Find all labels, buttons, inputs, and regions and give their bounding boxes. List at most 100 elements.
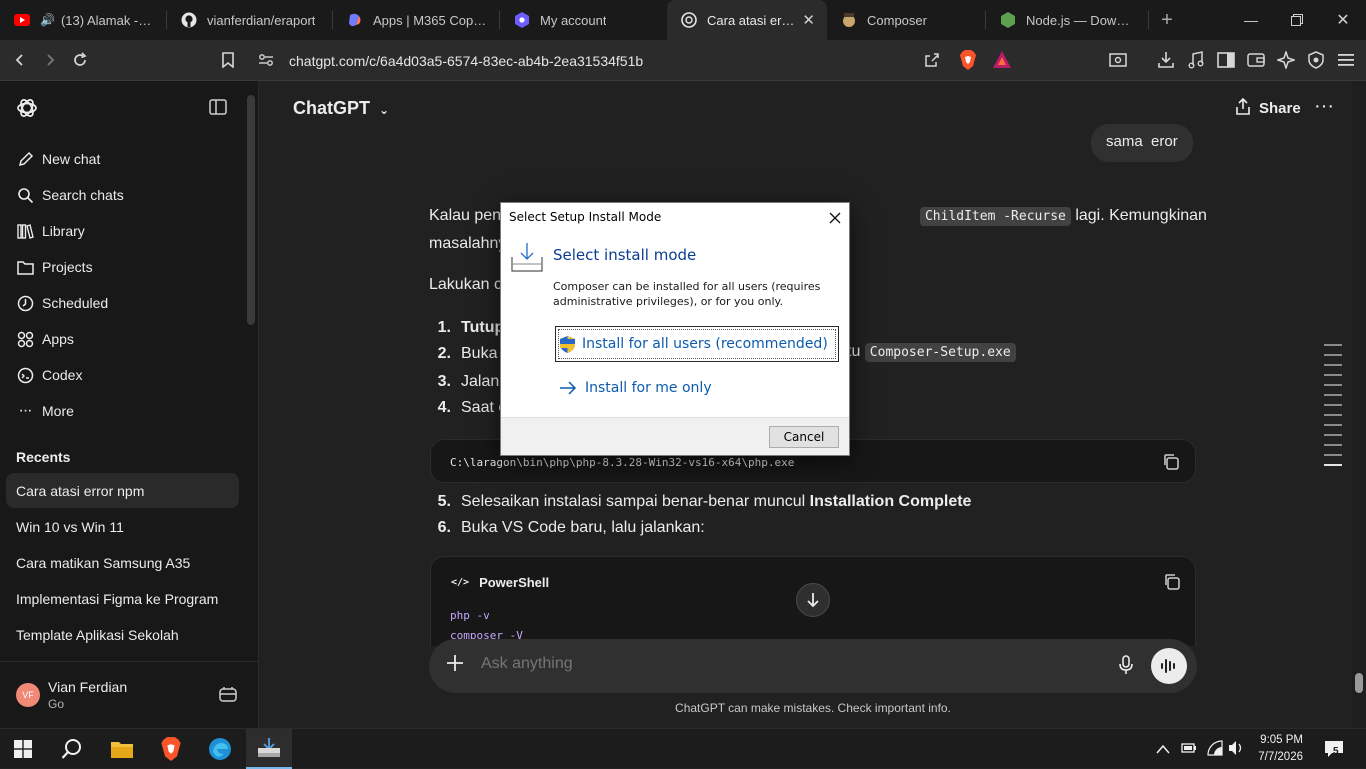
menu-icon[interactable]	[1334, 48, 1358, 72]
sidebar-item-new-chat[interactable]: New chat	[16, 147, 100, 171]
list-number: 3.	[437, 373, 451, 390]
taskbar-search-icon[interactable]	[49, 729, 95, 769]
minimize-button[interactable]: —	[1228, 0, 1274, 40]
media-icon[interactable]	[1184, 48, 1208, 72]
sidebar-item-library[interactable]: Library	[16, 219, 85, 243]
copy-icon[interactable]	[1163, 573, 1181, 596]
attach-plus-icon[interactable]	[446, 654, 464, 677]
start-button[interactable]	[0, 729, 46, 769]
reader-mode-icon[interactable]	[1106, 48, 1130, 72]
arrow-down-icon	[807, 593, 819, 608]
avatar[interactable]: VF	[16, 683, 40, 707]
share-button[interactable]: Share	[1235, 97, 1301, 119]
close-sidebar-icon[interactable]	[209, 99, 227, 120]
brave-browser-icon[interactable]	[148, 729, 194, 769]
downloads-icon[interactable]	[1154, 48, 1178, 72]
arrow-right-icon	[559, 381, 577, 395]
code-line: C:\laragon\bin\php\php-8.3.28-Win32-vs16…	[450, 456, 795, 469]
tab-title: Composer	[867, 12, 927, 28]
share-page-icon[interactable]	[924, 52, 940, 73]
brave-shields-icon[interactable]	[959, 50, 977, 75]
forward-icon[interactable]	[38, 48, 62, 72]
sidebar-toggle-icon[interactable]	[1214, 48, 1238, 72]
voice-mode-button[interactable]	[1151, 648, 1187, 684]
show-hidden-icons-icon[interactable]	[1156, 741, 1170, 759]
tab-nodejs[interactable]: Node.js — Download	[986, 0, 1148, 40]
site-settings-icon[interactable]	[258, 53, 274, 72]
scroll-to-bottom-button[interactable]	[796, 583, 830, 617]
tab-my-account[interactable]: My account	[500, 0, 665, 40]
disclaimer-text: ChatGPT can make mistakes. Check importa…	[675, 701, 951, 715]
conversation-minimap[interactable]	[1324, 344, 1342, 474]
recent-chat-item[interactable]: Cara atasi error npm	[16, 483, 144, 499]
microphone-icon[interactable]	[1119, 655, 1133, 680]
dialog-close-icon[interactable]	[825, 208, 845, 228]
assistant-paragraph-2: Lakukan c	[429, 276, 502, 293]
sidebar-item-search-chats[interactable]: Search chats	[16, 183, 124, 207]
upgrade-icon[interactable]	[219, 686, 237, 707]
composer-setup-taskbar-icon[interactable]	[246, 729, 292, 769]
clock-time: 9:05 PM	[1260, 734, 1303, 746]
text-span: Selesaikan instalasi sampai benar-benar …	[461, 493, 810, 510]
notification-center-icon[interactable]: 5	[1324, 740, 1344, 763]
restore-button[interactable]	[1274, 0, 1320, 40]
tab-composer[interactable]: Composer	[827, 0, 985, 40]
message-input[interactable]	[481, 655, 1081, 673]
vpn-icon[interactable]	[1304, 48, 1328, 72]
copy-icon[interactable]	[1162, 453, 1180, 476]
bookmark-icon[interactable]	[216, 48, 240, 72]
tab-title: vianferdian/eraport	[207, 12, 316, 28]
model-selector[interactable]: ChatGPT ⌄	[293, 98, 389, 119]
tab-m365[interactable]: Apps | M365 Copilot	[333, 0, 499, 40]
back-icon[interactable]	[8, 48, 32, 72]
sidebar-item-more[interactable]: ··· More	[16, 399, 74, 423]
sidebar-item-label: New chat	[42, 151, 101, 167]
new-tab-button[interactable]: +	[1149, 9, 1185, 32]
tab-github[interactable]: vianferdian/eraport	[167, 0, 332, 40]
sidebar-item-label: More	[42, 403, 74, 419]
recent-chat-item[interactable]: Win 10 vs Win 11	[16, 519, 124, 535]
sidebar-item-projects[interactable]: Projects	[16, 255, 93, 279]
close-window-button[interactable]: ✕	[1320, 0, 1366, 40]
chevron-down-icon: ⌄	[379, 103, 390, 117]
code-language-header: </> PowerShell	[451, 575, 549, 590]
tab-chatgpt-active[interactable]: Cara atasi error n ✕	[667, 0, 827, 40]
close-tab-icon[interactable]: ✕	[802, 11, 815, 29]
account-icon	[514, 12, 530, 28]
recent-chat-item[interactable]: Implementasi Figma ke Program	[16, 591, 218, 607]
sidebar-scrollbar[interactable]	[247, 95, 255, 325]
sidebar-item-scheduled[interactable]: Scheduled	[16, 291, 108, 315]
sidebar-item-label: Codex	[42, 367, 83, 383]
code-line: php -v	[450, 609, 490, 622]
install-all-users-button[interactable]: Install for all users (recommended)	[555, 326, 839, 362]
openai-logo-icon[interactable]	[16, 97, 38, 124]
battery-icon[interactable]	[1181, 741, 1197, 760]
wallet-icon[interactable]	[1244, 48, 1268, 72]
model-name: ChatGPT	[293, 98, 371, 118]
sidebar-item-codex[interactable]: Codex	[16, 363, 82, 387]
sidebar-divider	[0, 661, 259, 662]
wifi-icon[interactable]	[1206, 740, 1224, 761]
reload-icon[interactable]	[68, 48, 92, 72]
brave-rewards-icon[interactable]	[993, 51, 1011, 73]
volume-icon[interactable]	[1228, 740, 1246, 761]
recent-chat-item[interactable]: Cara matikan Samsung A35	[16, 555, 190, 571]
cancel-button[interactable]: Cancel	[769, 426, 839, 448]
list-number: 5.	[437, 493, 451, 510]
recent-chat-item[interactable]: Template Aplikasi Sekolah	[16, 627, 179, 643]
sidebar-item-apps[interactable]: Apps	[16, 327, 74, 351]
edge-icon[interactable]	[197, 729, 243, 769]
list-item-tail: tu Composer-Setup.exe	[847, 343, 1016, 362]
system-clock[interactable]: 9:05 PM 7/7/2026	[1247, 732, 1303, 766]
voice-wave-icon	[1161, 659, 1175, 673]
speaker-icon[interactable]: 🔊	[40, 13, 55, 27]
file-explorer-icon[interactable]	[99, 729, 145, 769]
address-bar[interactable]: chatgpt.com/c/6a4d03a5-6574-83ec-ab4b-2e…	[250, 46, 1025, 75]
leo-ai-icon[interactable]	[1274, 48, 1298, 72]
url-text: chatgpt.com/c/6a4d03a5-6574-83ec-ab4b-2e…	[289, 53, 644, 69]
tab-youtube[interactable]: 🔊 (13) Alamak - Rizk	[0, 0, 166, 40]
install-for-me-button[interactable]: Install for me only	[559, 376, 712, 400]
user-name[interactable]: Vian Ferdian	[48, 679, 127, 695]
page-scrollbar[interactable]	[1352, 81, 1366, 728]
conversation-options-icon[interactable]: ···	[1314, 95, 1334, 118]
